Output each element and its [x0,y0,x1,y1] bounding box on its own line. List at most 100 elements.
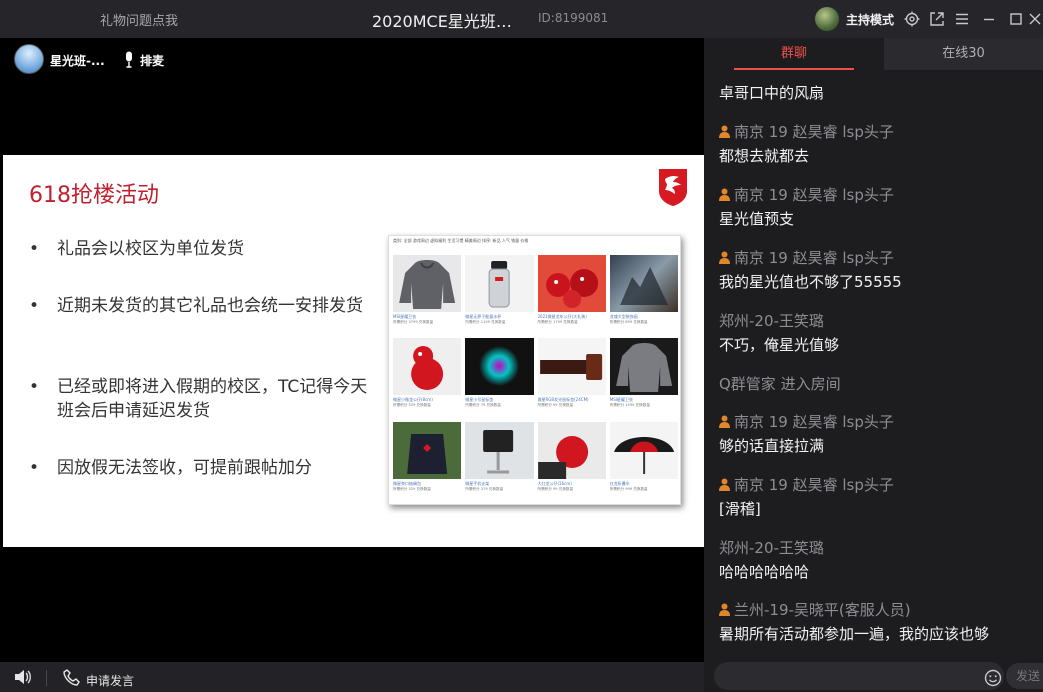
product-card: 微星小号鼠标垫 所需积分 79 兑换数量 [465,338,534,419]
bullet-item: 近期未发货的其它礼品也会统一安排发货 [29,294,363,318]
settings-icon[interactable] [903,10,921,28]
rgb-mousepad-image [537,338,606,396]
chat-message-list[interactable]: 卓哥口中的风扇 南京 19 赵昊睿 lsp头子 都想去就都去 南京 19 赵昊睿… [704,70,1043,658]
message-text: 不巧，俺星光值够 [719,336,840,354]
dragon-plush-set-image [537,255,606,312]
msi-dragon-logo-icon [655,167,691,207]
hoodie-image [393,255,462,312]
product-meta: 所需积分 329 兑换数量 [393,486,431,491]
product-card: 红龙折叠伞 所需积分 999 兑换数量 [609,421,678,503]
message-text: 卓哥口中的风扇 [719,84,825,102]
chat-panel: 群聊 在线30 卓哥口中的风扇 南京 19 赵昊睿 lsp头子 都想去就都去 南… [704,38,1043,692]
tab-online-users[interactable]: 在线30 [884,38,1043,70]
small-dragon-plush-image [393,338,462,396]
apply-speak-button[interactable]: 申请发言 [86,672,134,689]
emoji-icon[interactable] [984,669,1002,687]
product-card: 大红龙公仔(16cm) 所需积分 99 兑换数量 [537,421,606,503]
product-meta: 所需积分 1799 兑换数量 [537,320,578,324]
popout-icon[interactable] [928,10,946,28]
mousepad-image [465,338,534,396]
product-meta: 所需积分 1599 兑换数量 [609,403,650,408]
maximize-icon[interactable] [1007,10,1025,28]
message-text: 哈哈哈哈哈哈 [719,563,810,581]
product-meta: 所需积分 529 兑换数量 [393,403,431,408]
message-text: 够的话直接拉满 [719,437,825,455]
message-sender: 南京 19 赵昊睿 lsp头子 [719,247,894,268]
product-meta: 所需积分 1199 兑换数量 [465,320,506,324]
message-sender: 郑州-20-王笑璐 [719,310,824,331]
product-card: 微星小微龙公仔(8cm) 所需积分 529 兑换数量 [393,338,462,419]
message-sender: 兰州-19-吴晓平(客服人员) [719,599,911,620]
presentation-slide: 618抢楼活动 礼品会以校区为单位发货 近期未发货的其它礼品也会统一安排发货 已… [3,155,704,547]
chat-input-area: 发送 [704,658,1043,692]
speaker-icon[interactable] [14,669,32,685]
close-icon[interactable] [1026,10,1043,28]
menu-icon[interactable] [953,10,971,28]
sender-name[interactable]: 南京 19 赵昊睿 lsp头子 [734,123,894,141]
host-avatar[interactable] [815,7,839,31]
mic-queue-button[interactable]: 排麦 [140,52,164,69]
chat-tabs: 群聊 在线30 [704,38,1043,70]
class-avatar[interactable] [14,44,44,74]
product-meta: 所需积分 3799 兑换数量 [393,320,434,324]
message-sender: 南京 19 赵昊睿 lsp头子 [719,411,894,432]
sender-name[interactable]: 郑州-20-王笑璐 [719,312,824,330]
product-card: 龙魂大型装饰画 所需积分 899 兑换数量 [609,255,678,336]
bullet-item: 礼品会以校区为单位发货 [29,237,244,261]
video-area: 星光班-... 排麦 618抢楼活动 礼品会以校区为单位发货 近期未发货的其它礼… [0,38,704,662]
drawstring-bag-image [393,421,462,479]
product-meta: 所需积分 999 兑换数量 [609,486,648,491]
product-card: 微星手机支架 所需积分 379 兑换数量 [465,421,534,503]
product-meta: 所需积分 899 兑换数量 [609,320,648,324]
sender-name[interactable]: 南京 19 赵昊睿 lsp头子 [734,476,894,494]
toolbar-divider [46,670,47,686]
product-card: MSI星耀卫衣 所需积分 3799 兑换数量 [393,255,462,336]
title-bar: 礼物问题点我 2020MCE星光班全... ID:8199081 主持模式 [0,0,1043,38]
hoodie-image [609,338,678,396]
product-card: 微星RGB发光鼠标垫(24CM) 所需积分 99 兑换数量 [537,338,606,419]
minimize-icon[interactable] [980,10,998,28]
phone-stand-image [465,421,534,479]
send-button[interactable]: 发送 [1006,663,1043,689]
product-meta: 所需积分 379 兑换数量 [465,486,504,491]
slide-title: 618抢楼活动 [29,183,159,208]
message-text: 都想去就都去 [719,147,810,165]
staff-badge-icon [719,124,730,138]
message-sender: 南京 19 赵昊睿 lsp头子 [719,474,894,495]
staff-badge-icon [719,187,730,201]
product-meta: 所需积分 79 兑换数量 [465,403,501,408]
product-card: MSI星耀卫衣 所需积分 1599 兑换数量 [609,338,678,419]
sender-name[interactable]: 郑州-20-王笑璐 [719,539,824,557]
sender-name[interactable]: 南京 19 赵昊睿 lsp头子 [734,249,894,267]
sender-name[interactable]: 南京 19 赵昊睿 lsp头子 [734,186,894,204]
bullet-item: 已经或即将进入假期的校区，TC记得今天班会后申请延迟发货 [29,375,369,423]
umbrella-image [609,421,678,479]
message-text: 暑期所有活动都参加一遍，我的应该也够 [719,625,990,643]
bottom-toolbar: 申请发言 [0,662,704,692]
product-grid: MSI星耀卫衣 所需积分 3799 兑换数量 微星无界子能量水杯 所需积分 11… [393,255,678,503]
host-mode-label[interactable]: 主持模式 [846,11,894,28]
message-text: 星光值预支 [719,210,795,228]
room-id: ID:8199081 [538,11,609,25]
microphone-icon[interactable] [123,51,135,68]
class-name[interactable]: 星光班-... [50,52,105,69]
message-sender: 南京 19 赵昊睿 lsp头子 [719,184,894,205]
phone-icon[interactable] [63,668,81,686]
water-bottle-image [465,255,534,312]
sender-name[interactable]: 兰州-19-吴晓平(客服人员) [734,601,911,619]
gift-help-link[interactable]: 礼物问题点我 [100,10,178,29]
system-message: Q群管家 进入房间 [719,375,841,393]
bullet-item: 因放假无法签收，可提前跟帖加分 [29,456,312,480]
sender-name[interactable]: 南京 19 赵昊睿 lsp头子 [734,413,894,431]
product-card: 2021微星龙年公仔(大礼装) 所需积分 1799 兑换数量 [537,255,606,336]
product-meta: 所需积分 99 兑换数量 [537,486,574,491]
message-sender: 郑州-20-王笑璐 [719,537,824,558]
message-sender: 南京 19 赵昊睿 lsp头子 [719,121,894,142]
chat-input[interactable] [714,662,1004,690]
product-meta: 所需积分 99 兑换数量 [537,403,574,408]
product-catalog-screenshot: 类别: 全部 游戏周边 虚拟福利 生活习惯 精美周边 排序: 新品 人气 销量 … [388,235,681,505]
window-title: 2020MCE星光班全... [372,12,522,31]
red-dragon-plush-image [537,421,606,479]
product-card: 微星无界子能量水杯 所需积分 1199 兑换数量 [465,255,534,336]
tab-group-chat[interactable]: 群聊 [704,38,884,70]
